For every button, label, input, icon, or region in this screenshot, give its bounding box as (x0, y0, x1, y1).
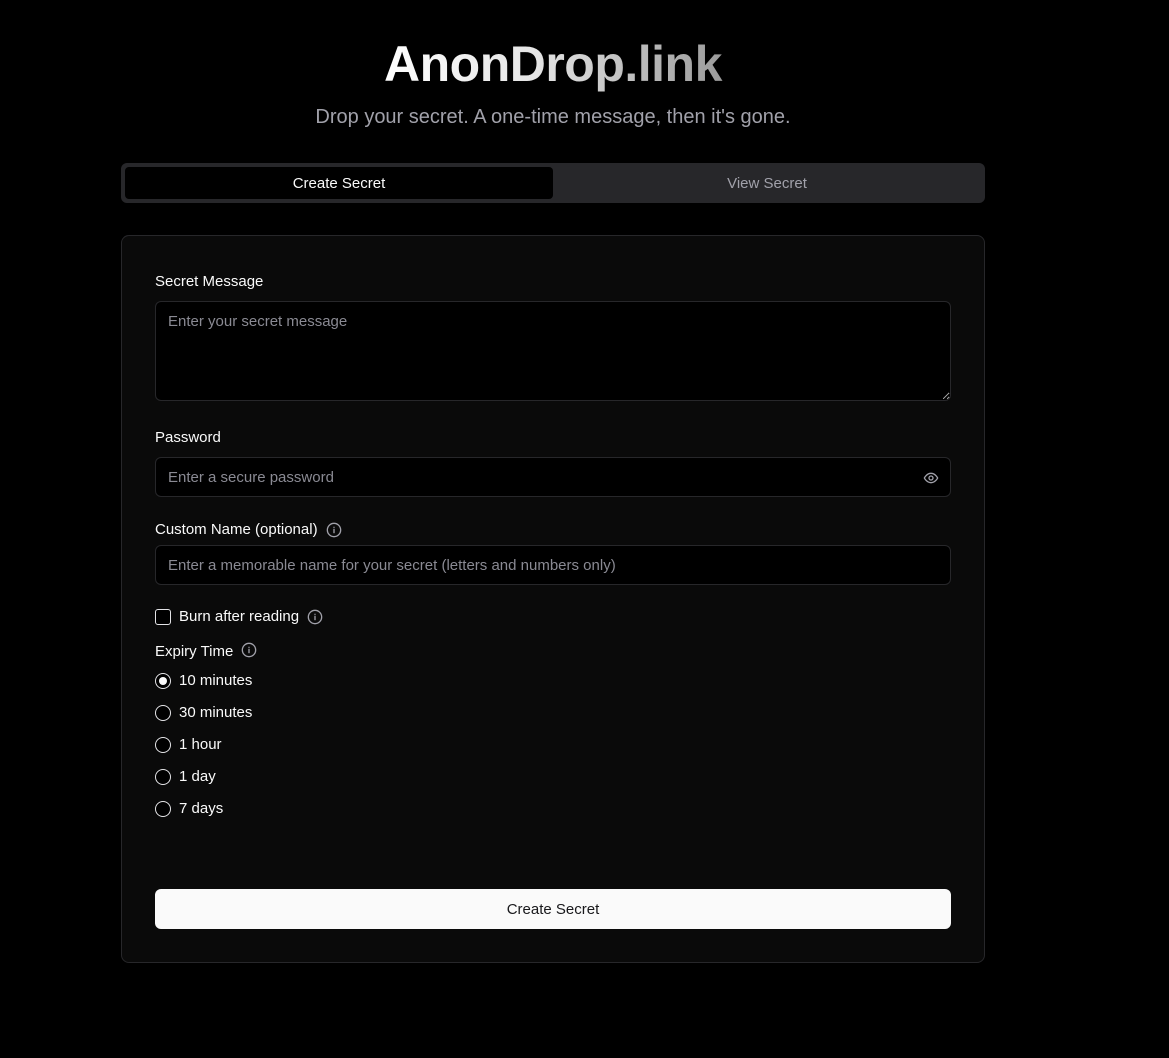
radio-button[interactable] (155, 800, 171, 817)
secret-message-textarea[interactable] (155, 301, 951, 401)
custom-name-label: Custom Name (optional) (155, 521, 342, 538)
radio-button[interactable] (155, 672, 171, 689)
site-title-wrap: AnonDrop.link (384, 34, 724, 94)
expiry-option-label: 30 minutes (179, 704, 253, 721)
password-label: Password (155, 429, 221, 446)
create-secret-button[interactable]: Create Secret (155, 889, 951, 929)
radio-button[interactable] (155, 736, 171, 753)
secret-message-label: Secret Message (155, 273, 263, 290)
info-icon[interactable] (307, 609, 323, 625)
tab-view-secret[interactable]: View Secret (553, 167, 981, 199)
tab-create-secret[interactable]: Create Secret (125, 167, 553, 199)
expiry-time-label: Expiry Time (155, 642, 257, 660)
expiry-option-label: 1 hour (179, 736, 222, 753)
create-secret-card: Secret Message Password Custom Name (opt… (121, 235, 985, 963)
burn-after-reading-label: Burn after reading (179, 608, 300, 625)
eye-icon[interactable] (921, 468, 941, 488)
info-icon[interactable] (241, 642, 257, 658)
password-input[interactable] (155, 457, 951, 497)
burn-after-reading-checkbox[interactable] (155, 608, 171, 625)
site-title: AnonDrop.link (384, 34, 724, 94)
expiry-option-1-hour[interactable]: 1 hour (155, 736, 222, 753)
radio-button[interactable] (155, 768, 171, 785)
expiry-option-label: 7 days (179, 800, 224, 817)
expiry-option-10-minutes[interactable]: 10 minutes (155, 672, 252, 689)
radio-button[interactable] (155, 704, 171, 721)
custom-name-label-text: Custom Name (optional) (155, 521, 318, 538)
tab-bar: Create Secret View Secret (121, 163, 985, 203)
expiry-option-7-days[interactable]: 7 days (155, 800, 223, 817)
expiry-option-30-minutes[interactable]: 30 minutes (155, 704, 252, 721)
custom-name-input[interactable] (155, 545, 951, 585)
radio-selected-dot (159, 676, 167, 685)
expiry-option-1-day[interactable]: 1 day (155, 768, 216, 785)
burn-after-reading-row[interactable]: Burn after reading (155, 608, 323, 625)
expiry-option-label: 1 day (179, 768, 216, 785)
password-label-text: Password (155, 429, 221, 446)
expiry-time-label-text: Expiry Time (155, 643, 234, 660)
expiry-option-label: 10 minutes (179, 672, 253, 689)
secret-message-label-text: Secret Message (155, 273, 264, 290)
info-icon[interactable] (326, 522, 342, 538)
site-subtitle: Drop your secret. A one-time message, th… (315, 106, 791, 128)
